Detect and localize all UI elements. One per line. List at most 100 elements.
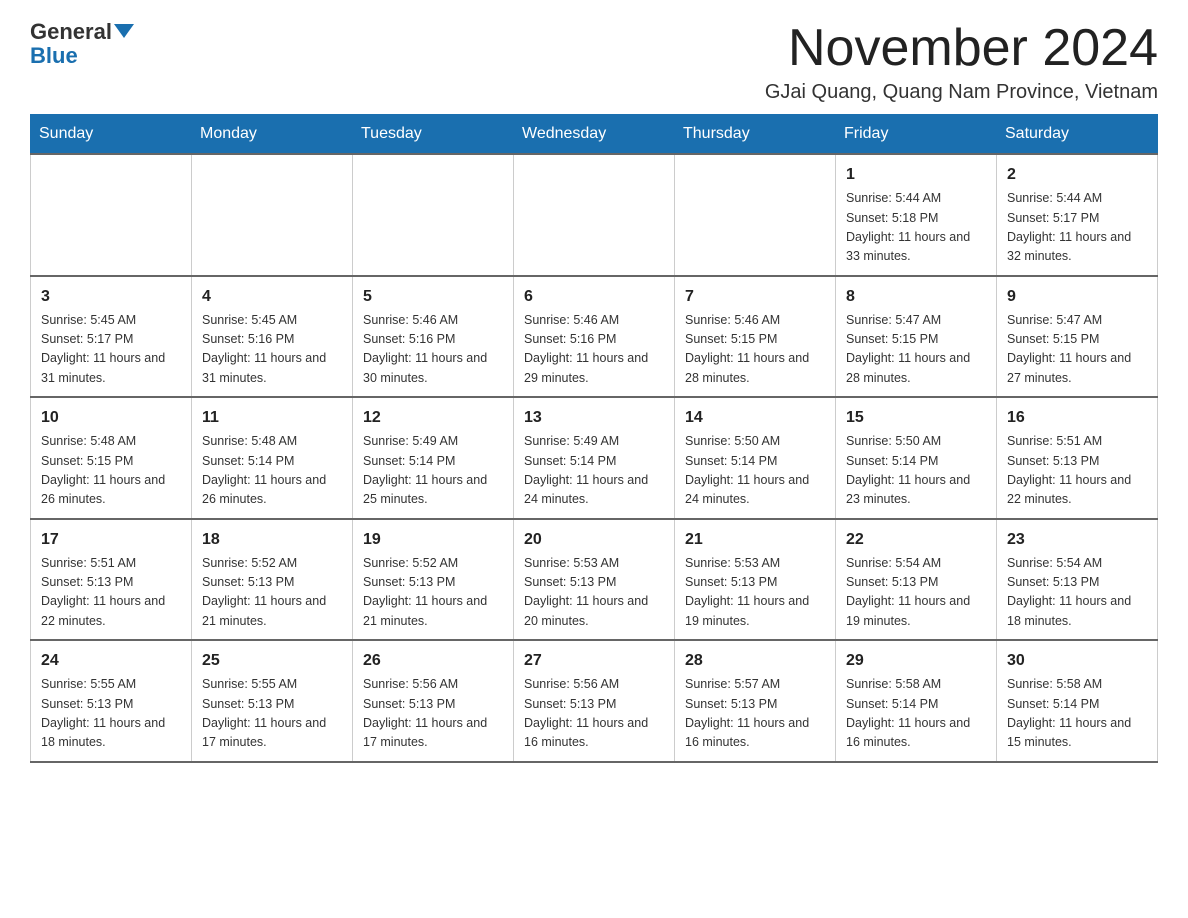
day-info: Sunrise: 5:49 AM Sunset: 5:14 PM Dayligh…	[363, 432, 503, 510]
calendar-day-cell: 28Sunrise: 5:57 AM Sunset: 5:13 PM Dayli…	[675, 640, 836, 762]
day-number: 13	[524, 406, 664, 430]
day-number: 8	[846, 285, 986, 309]
day-number: 28	[685, 649, 825, 673]
day-number: 9	[1007, 285, 1147, 309]
calendar-day-cell: 8Sunrise: 5:47 AM Sunset: 5:15 PM Daylig…	[836, 276, 997, 398]
logo-text: GeneralBlue	[30, 20, 134, 68]
calendar-day-cell	[353, 154, 514, 276]
calendar-day-cell: 26Sunrise: 5:56 AM Sunset: 5:13 PM Dayli…	[353, 640, 514, 762]
calendar-day-cell: 12Sunrise: 5:49 AM Sunset: 5:14 PM Dayli…	[353, 397, 514, 519]
calendar-week-row: 24Sunrise: 5:55 AM Sunset: 5:13 PM Dayli…	[31, 640, 1158, 762]
calendar-week-row: 1Sunrise: 5:44 AM Sunset: 5:18 PM Daylig…	[31, 154, 1158, 276]
day-info: Sunrise: 5:55 AM Sunset: 5:13 PM Dayligh…	[41, 675, 181, 753]
calendar-day-cell: 21Sunrise: 5:53 AM Sunset: 5:13 PM Dayli…	[675, 519, 836, 641]
day-number: 22	[846, 528, 986, 552]
day-info: Sunrise: 5:51 AM Sunset: 5:13 PM Dayligh…	[1007, 432, 1147, 510]
calendar-day-cell: 11Sunrise: 5:48 AM Sunset: 5:14 PM Dayli…	[192, 397, 353, 519]
day-number: 30	[1007, 649, 1147, 673]
day-info: Sunrise: 5:47 AM Sunset: 5:15 PM Dayligh…	[846, 311, 986, 389]
day-info: Sunrise: 5:54 AM Sunset: 5:13 PM Dayligh…	[846, 554, 986, 632]
location-title: GJai Quang, Quang Nam Province, Vietnam	[765, 81, 1158, 104]
calendar-day-cell: 20Sunrise: 5:53 AM Sunset: 5:13 PM Dayli…	[514, 519, 675, 641]
logo: GeneralBlue	[30, 20, 134, 68]
day-info: Sunrise: 5:58 AM Sunset: 5:14 PM Dayligh…	[1007, 675, 1147, 753]
day-info: Sunrise: 5:50 AM Sunset: 5:14 PM Dayligh…	[846, 432, 986, 510]
day-number: 6	[524, 285, 664, 309]
day-number: 5	[363, 285, 503, 309]
day-info: Sunrise: 5:45 AM Sunset: 5:17 PM Dayligh…	[41, 311, 181, 389]
calendar-week-row: 10Sunrise: 5:48 AM Sunset: 5:15 PM Dayli…	[31, 397, 1158, 519]
day-number: 21	[685, 528, 825, 552]
calendar-day-cell	[675, 154, 836, 276]
day-of-week-header: Thursday	[675, 115, 836, 155]
day-number: 7	[685, 285, 825, 309]
day-info: Sunrise: 5:48 AM Sunset: 5:15 PM Dayligh…	[41, 432, 181, 510]
day-number: 4	[202, 285, 342, 309]
day-of-week-header: Tuesday	[353, 115, 514, 155]
day-info: Sunrise: 5:50 AM Sunset: 5:14 PM Dayligh…	[685, 432, 825, 510]
calendar-day-cell: 2Sunrise: 5:44 AM Sunset: 5:17 PM Daylig…	[997, 154, 1158, 276]
day-number: 18	[202, 528, 342, 552]
day-info: Sunrise: 5:53 AM Sunset: 5:13 PM Dayligh…	[685, 554, 825, 632]
day-of-week-header: Monday	[192, 115, 353, 155]
day-info: Sunrise: 5:52 AM Sunset: 5:13 PM Dayligh…	[363, 554, 503, 632]
calendar-day-cell: 23Sunrise: 5:54 AM Sunset: 5:13 PM Dayli…	[997, 519, 1158, 641]
day-info: Sunrise: 5:46 AM Sunset: 5:15 PM Dayligh…	[685, 311, 825, 389]
title-area: November 2024 GJai Quang, Quang Nam Prov…	[765, 20, 1158, 104]
day-number: 14	[685, 406, 825, 430]
calendar-day-cell	[31, 154, 192, 276]
day-number: 2	[1007, 163, 1147, 187]
logo-blue-text: Blue	[30, 43, 78, 68]
calendar-day-cell: 10Sunrise: 5:48 AM Sunset: 5:15 PM Dayli…	[31, 397, 192, 519]
calendar-day-cell: 9Sunrise: 5:47 AM Sunset: 5:15 PM Daylig…	[997, 276, 1158, 398]
day-info: Sunrise: 5:54 AM Sunset: 5:13 PM Dayligh…	[1007, 554, 1147, 632]
calendar-day-cell: 13Sunrise: 5:49 AM Sunset: 5:14 PM Dayli…	[514, 397, 675, 519]
calendar-day-cell	[192, 154, 353, 276]
logo-triangle-icon	[114, 24, 134, 38]
calendar-week-row: 17Sunrise: 5:51 AM Sunset: 5:13 PM Dayli…	[31, 519, 1158, 641]
day-number: 25	[202, 649, 342, 673]
day-of-week-header: Friday	[836, 115, 997, 155]
day-number: 19	[363, 528, 503, 552]
calendar-day-cell: 22Sunrise: 5:54 AM Sunset: 5:13 PM Dayli…	[836, 519, 997, 641]
calendar-week-row: 3Sunrise: 5:45 AM Sunset: 5:17 PM Daylig…	[31, 276, 1158, 398]
calendar-day-cell: 7Sunrise: 5:46 AM Sunset: 5:15 PM Daylig…	[675, 276, 836, 398]
calendar-day-cell: 5Sunrise: 5:46 AM Sunset: 5:16 PM Daylig…	[353, 276, 514, 398]
day-number: 1	[846, 163, 986, 187]
day-info: Sunrise: 5:51 AM Sunset: 5:13 PM Dayligh…	[41, 554, 181, 632]
day-info: Sunrise: 5:44 AM Sunset: 5:17 PM Dayligh…	[1007, 189, 1147, 267]
calendar-day-cell: 25Sunrise: 5:55 AM Sunset: 5:13 PM Dayli…	[192, 640, 353, 762]
day-number: 11	[202, 406, 342, 430]
day-number: 23	[1007, 528, 1147, 552]
calendar-day-cell: 18Sunrise: 5:52 AM Sunset: 5:13 PM Dayli…	[192, 519, 353, 641]
day-number: 17	[41, 528, 181, 552]
day-number: 10	[41, 406, 181, 430]
calendar-day-cell: 15Sunrise: 5:50 AM Sunset: 5:14 PM Dayli…	[836, 397, 997, 519]
day-info: Sunrise: 5:46 AM Sunset: 5:16 PM Dayligh…	[363, 311, 503, 389]
calendar-day-cell: 16Sunrise: 5:51 AM Sunset: 5:13 PM Dayli…	[997, 397, 1158, 519]
calendar-day-cell: 29Sunrise: 5:58 AM Sunset: 5:14 PM Dayli…	[836, 640, 997, 762]
day-info: Sunrise: 5:58 AM Sunset: 5:14 PM Dayligh…	[846, 675, 986, 753]
calendar-day-cell: 14Sunrise: 5:50 AM Sunset: 5:14 PM Dayli…	[675, 397, 836, 519]
calendar-day-cell: 6Sunrise: 5:46 AM Sunset: 5:16 PM Daylig…	[514, 276, 675, 398]
day-info: Sunrise: 5:56 AM Sunset: 5:13 PM Dayligh…	[363, 675, 503, 753]
day-number: 27	[524, 649, 664, 673]
day-info: Sunrise: 5:44 AM Sunset: 5:18 PM Dayligh…	[846, 189, 986, 267]
calendar-day-cell: 3Sunrise: 5:45 AM Sunset: 5:17 PM Daylig…	[31, 276, 192, 398]
month-title: November 2024	[765, 20, 1158, 77]
day-number: 20	[524, 528, 664, 552]
day-info: Sunrise: 5:49 AM Sunset: 5:14 PM Dayligh…	[524, 432, 664, 510]
day-info: Sunrise: 5:53 AM Sunset: 5:13 PM Dayligh…	[524, 554, 664, 632]
day-number: 29	[846, 649, 986, 673]
calendar-day-cell: 27Sunrise: 5:56 AM Sunset: 5:13 PM Dayli…	[514, 640, 675, 762]
calendar-day-cell: 24Sunrise: 5:55 AM Sunset: 5:13 PM Dayli…	[31, 640, 192, 762]
day-number: 26	[363, 649, 503, 673]
calendar-day-cell: 4Sunrise: 5:45 AM Sunset: 5:16 PM Daylig…	[192, 276, 353, 398]
calendar-day-cell	[514, 154, 675, 276]
day-info: Sunrise: 5:55 AM Sunset: 5:13 PM Dayligh…	[202, 675, 342, 753]
day-info: Sunrise: 5:48 AM Sunset: 5:14 PM Dayligh…	[202, 432, 342, 510]
day-number: 15	[846, 406, 986, 430]
day-number: 3	[41, 285, 181, 309]
day-info: Sunrise: 5:52 AM Sunset: 5:13 PM Dayligh…	[202, 554, 342, 632]
day-of-week-header: Sunday	[31, 115, 192, 155]
